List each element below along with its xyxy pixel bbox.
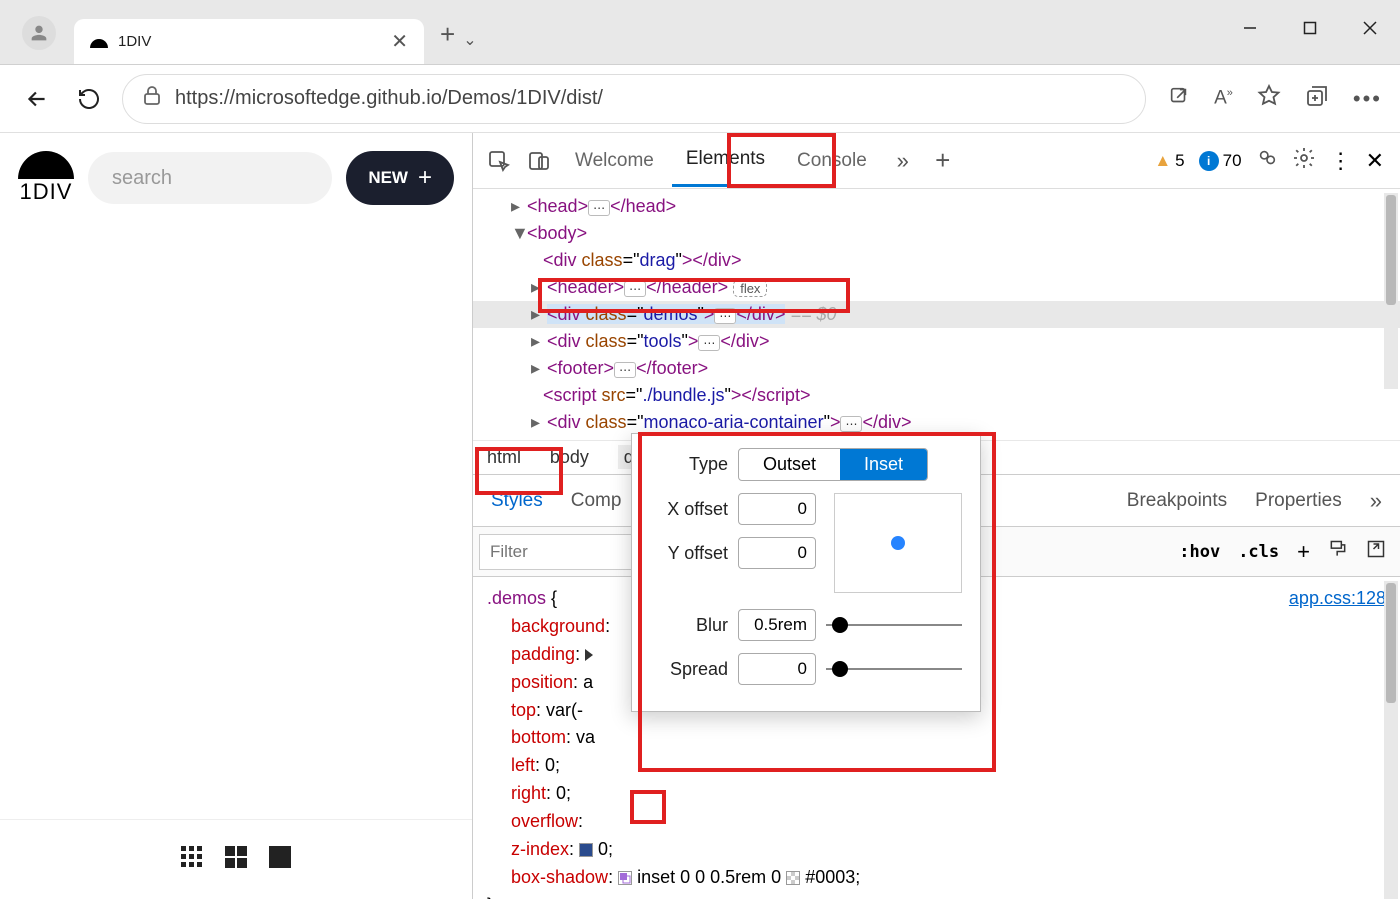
close-window-button[interactable] [1340,0,1400,56]
browser-tab-strip: 1DIV ✕ + ⌄ [0,0,1400,65]
boxshadow-editor-popover: Type Outset Inset X offset Y offset Blur [631,433,981,712]
favorite-icon[interactable] [1257,84,1281,114]
url-text: https://microsoftedge.github.io/Demos/1D… [175,87,603,110]
blur-input[interactable] [738,609,816,641]
view-mode-toolbar [0,819,472,899]
browser-tab-active[interactable]: 1DIV ✕ [74,19,424,64]
minimize-button[interactable] [1220,0,1280,56]
grid-large-icon[interactable] [223,844,249,875]
tab-computed[interactable]: Comp [557,478,636,524]
breadcrumb-body[interactable]: body [550,447,589,467]
read-aloud-icon[interactable]: A» [1214,87,1233,109]
tab-properties[interactable]: Properties [1241,478,1356,524]
devtools-close-icon[interactable]: ✕ [1366,148,1384,174]
hov-toggle[interactable]: :hov [1179,542,1220,562]
app-logo-text: 1DIV [20,179,73,205]
breadcrumb-html[interactable]: html [487,447,521,467]
spread-slider[interactable] [826,668,962,670]
dock-icon[interactable] [1366,539,1386,564]
page-content: 1DIV search NEW + [0,133,473,899]
info-icon: i [1199,151,1219,171]
tab-welcome[interactable]: Welcome [561,136,668,186]
blur-slider[interactable] [826,624,962,626]
new-tab-icon[interactable]: + [925,143,961,179]
dom-selected-node[interactable]: ⋯ ▸<div class="demos">⋯</div> == $0 [473,301,1400,328]
offset-xy-grid[interactable] [834,493,962,593]
dom-tree[interactable]: ▸<head>⋯</head> ▼<body> <div class="drag… [473,189,1400,440]
cls-toggle[interactable]: .cls [1238,542,1279,562]
yoffset-input[interactable] [738,537,816,569]
app-logo: 1DIV [18,151,74,205]
lock-icon [143,86,161,112]
boxshadow-editor-icon[interactable] [618,871,632,885]
spread-label: Spread [650,659,728,680]
new-button-label: NEW [368,168,408,188]
padding-editor-icon[interactable] [585,649,593,661]
send-feedback-icon[interactable] [1256,147,1278,174]
inspect-element-icon[interactable] [481,143,517,179]
yoffset-label: Y offset [650,543,728,564]
address-bar-actions: A» ••• [1168,84,1382,114]
window-controls [1220,0,1400,56]
new-button[interactable]: NEW + [346,151,454,205]
tab-title: 1DIV [118,33,151,50]
issues-warnings[interactable]: ▲5 [1154,151,1184,171]
address-bar[interactable]: https://microsoftedge.github.io/Demos/1D… [122,74,1146,124]
device-toolbar-icon[interactable] [521,143,557,179]
tab-breakpoints[interactable]: Breakpoints [1113,478,1241,524]
tabs-dropdown-icon[interactable]: ⌄ [463,30,476,50]
devtools-panel: Welcome Elements Console » + ▲5 i70 ⋮ ✕ … [473,133,1400,899]
tab-styles[interactable]: Styles [477,478,557,524]
new-tab-button[interactable]: + [440,19,455,50]
open-external-icon[interactable] [1168,85,1190,113]
inset-option[interactable]: Inset [840,449,927,480]
xoffset-label: X offset [650,499,728,520]
grid-small-icon[interactable] [179,844,205,875]
tab-favicon [90,33,108,51]
type-toggle: Outset Inset [738,448,928,481]
warning-icon: ▲ [1154,151,1171,171]
devtools-toolbar: Welcome Elements Console » + ▲5 i70 ⋮ ✕ [473,133,1400,189]
search-input[interactable]: search [88,152,332,204]
css-source-link[interactable]: app.css:128 [1289,585,1386,613]
address-bar-row: https://microsoftedge.github.io/Demos/1D… [0,65,1400,133]
tab-console[interactable]: Console [783,136,881,186]
plus-icon: + [418,164,432,192]
profile-avatar[interactable] [22,16,56,50]
tab-close-icon[interactable]: ✕ [391,29,408,54]
more-styles-tabs-icon[interactable]: » [1356,476,1396,526]
single-view-icon[interactable] [267,844,293,875]
offset-handle[interactable] [891,536,905,550]
devtools-menu-icon[interactable]: ⋮ [1330,148,1352,174]
settings-icon[interactable] [1292,146,1316,175]
more-tabs-icon[interactable]: » [885,143,921,179]
maximize-button[interactable] [1280,0,1340,56]
back-button[interactable] [18,80,56,118]
tab-elements[interactable]: Elements [672,134,779,187]
new-style-rule-icon[interactable]: + [1297,539,1310,565]
spread-input[interactable] [738,653,816,685]
outset-option[interactable]: Outset [739,449,840,480]
collections-icon[interactable] [1305,84,1329,114]
issues-info[interactable]: i70 [1199,151,1242,171]
blur-label: Blur [650,615,728,636]
type-label: Type [650,454,728,475]
color-swatch-icon[interactable] [786,871,800,885]
xoffset-input[interactable] [738,493,816,525]
refresh-button[interactable] [70,80,108,118]
zindex-swatch-icon[interactable] [579,843,593,857]
paint-icon[interactable] [1328,539,1348,564]
more-icon[interactable]: ••• [1353,86,1382,112]
